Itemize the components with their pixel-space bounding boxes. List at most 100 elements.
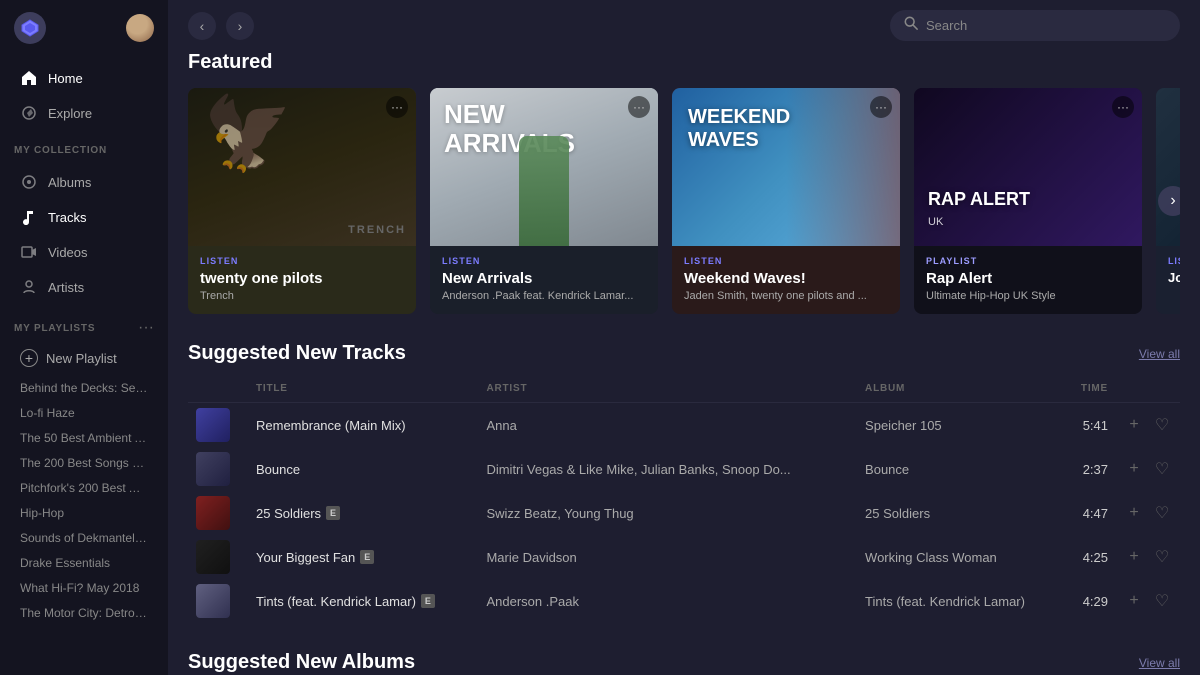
search-icon — [904, 16, 918, 35]
card-menu-icon-1[interactable]: ··· — [386, 96, 408, 118]
top-bar: ‹ › — [168, 0, 1200, 51]
table-row[interactable]: 25 Soldiers E Swizz Beatz, Young Thug 25… — [188, 491, 1180, 535]
playlists-menu-icon[interactable]: ··· — [138, 319, 154, 337]
like-track-icon[interactable]: ♡ — [1152, 547, 1172, 567]
featured-section: Featured 🦅 TRENCH ··· LISTEN twenty one … — [188, 51, 1180, 314]
add-track-icon[interactable]: + — [1124, 592, 1144, 610]
new-playlist-label: New Playlist — [46, 351, 117, 366]
explicit-badge: E — [360, 550, 374, 564]
card-info-1: LISTEN twenty one pilots Trench — [188, 246, 416, 314]
compass-icon — [20, 104, 38, 122]
albums-section: Suggested New Albums View all — [188, 651, 1180, 675]
featured-title: Featured — [188, 51, 272, 74]
table-row[interactable]: Remembrance (Main Mix) Anna Speicher 105… — [188, 403, 1180, 448]
card-info-3: LISTEN Weekend Waves! Jaden Smith, twent… — [672, 246, 900, 314]
table-row[interactable]: Your Biggest Fan E Marie Davidson Workin… — [188, 535, 1180, 579]
track-thumb-cell — [188, 447, 248, 491]
track-actions-cell: + ♡ — [1116, 579, 1180, 623]
playlist-item-5[interactable]: Pitchfork's 200 Best Album... — [6, 476, 162, 500]
track-thumb-cell — [188, 491, 248, 535]
sidebar-item-tracks[interactable]: Tracks — [6, 200, 162, 234]
card-type-2: LISTEN — [442, 256, 646, 266]
sidebar-item-home[interactable]: Home — [6, 61, 162, 95]
sidebar-item-explore[interactable]: Explore — [6, 96, 162, 130]
add-track-icon[interactable]: + — [1124, 548, 1144, 566]
like-track-icon[interactable]: ♡ — [1152, 459, 1172, 479]
track-title-cell: Bounce — [248, 447, 478, 491]
main-nav: Home Explore — [0, 56, 168, 135]
track-time-cell: 4:29 — [1065, 579, 1116, 623]
track-artist-cell: Anderson .Paak — [478, 579, 857, 623]
playlist-item-10[interactable]: The Motor City: Detroit Hou... — [6, 601, 162, 625]
add-track-icon[interactable]: + — [1124, 504, 1144, 522]
track-title-cell: 25 Soldiers E — [248, 491, 478, 535]
featured-card-1[interactable]: 🦅 TRENCH ··· LISTEN twenty one pilots Tr… — [188, 88, 416, 314]
playlist-item-1[interactable]: Behind the Decks: Seth Tro... — [6, 376, 162, 400]
forward-button[interactable]: › — [226, 12, 254, 40]
playlist-item-7[interactable]: Sounds of Dekmantel Festi... — [6, 526, 162, 550]
search-input[interactable] — [926, 18, 1166, 33]
add-track-icon[interactable]: + — [1124, 416, 1144, 434]
playlists-header: MY PLAYLISTS ··· — [0, 309, 168, 341]
card-subtitle-3: Jaden Smith, twenty one pilots and ... — [684, 290, 888, 302]
sidebar-item-artists-label: Artists — [48, 280, 84, 295]
sidebar-item-albums[interactable]: Albums — [6, 165, 162, 199]
featured-card-2[interactable]: NEWARRIVALS ··· LISTEN New Arrivals Ande… — [430, 88, 658, 314]
albums-view-all[interactable]: View all — [1139, 656, 1180, 670]
playlist-item-9[interactable]: What Hi-Fi? May 2018 — [6, 576, 162, 600]
card-menu-icon-4[interactable]: ··· — [1112, 96, 1134, 118]
track-name: Tints (feat. Kendrick Lamar) — [256, 594, 416, 609]
tracks-title: Suggested New Tracks — [188, 342, 406, 365]
card-info-2: LISTEN New Arrivals Anderson .Paak feat.… — [430, 246, 658, 314]
explicit-badge: E — [326, 506, 340, 520]
content-area: Featured 🦅 TRENCH ··· LISTEN twenty one … — [168, 51, 1200, 675]
card-info-4: PLAYLIST Rap Alert Ultimate Hip-Hop UK S… — [914, 246, 1142, 314]
col-title: TITLE — [248, 379, 478, 403]
track-title-cell: Remembrance (Main Mix) — [248, 403, 478, 448]
track-album-cell: Tints (feat. Kendrick Lamar) — [857, 579, 1065, 623]
card-title-4: Rap Alert — [926, 270, 1130, 287]
card-subtitle-2: Anderson .Paak feat. Kendrick Lamar... — [442, 290, 646, 302]
table-row[interactable]: Tints (feat. Kendrick Lamar) E Anderson … — [188, 579, 1180, 623]
card-type-3: LISTEN — [684, 256, 888, 266]
playlists-label: MY PLAYLISTS — [14, 323, 95, 334]
collection-label: MY COLLECTION — [0, 135, 168, 160]
carousel-next-button[interactable]: › — [1158, 186, 1180, 216]
add-track-icon[interactable]: + — [1124, 460, 1144, 478]
track-artist-cell: Marie Davidson — [478, 535, 857, 579]
track-actions-cell: + ♡ — [1116, 447, 1180, 491]
track-thumbnail — [196, 584, 230, 618]
avatar[interactable] — [126, 14, 154, 42]
new-playlist-button[interactable]: + New Playlist — [6, 342, 162, 374]
back-button[interactable]: ‹ — [188, 12, 216, 40]
track-artist-cell: Anna — [478, 403, 857, 448]
sidebar-item-albums-label: Albums — [48, 175, 91, 190]
playlist-item-6[interactable]: Hip-Hop — [6, 501, 162, 525]
logo-icon[interactable] — [14, 12, 46, 44]
card-menu-icon-3[interactable]: ··· — [870, 96, 892, 118]
featured-card-3[interactable]: WEEKENDWAVES ··· LISTEN Weekend Waves! J… — [672, 88, 900, 314]
featured-card-4[interactable]: RAP ALERTUK ··· PLAYLIST Rap Alert Ultim… — [914, 88, 1142, 314]
like-track-icon[interactable]: ♡ — [1152, 503, 1172, 523]
explicit-badge: E — [421, 594, 435, 608]
main-content: ‹ › Featured — [168, 0, 1200, 675]
card-menu-icon-2[interactable]: ··· — [628, 96, 650, 118]
sidebar-item-artists[interactable]: Artists — [6, 270, 162, 304]
like-track-icon[interactable]: ♡ — [1152, 591, 1172, 611]
sidebar-item-videos[interactable]: Videos — [6, 235, 162, 269]
sidebar-item-home-label: Home — [48, 71, 83, 86]
track-title-cell: Your Biggest Fan E — [248, 535, 478, 579]
playlist-item-4[interactable]: The 200 Best Songs of the ... — [6, 451, 162, 475]
table-row[interactable]: Bounce Dimitri Vegas & Like Mike, Julian… — [188, 447, 1180, 491]
like-track-icon[interactable]: ♡ — [1152, 415, 1172, 435]
tracks-view-all[interactable]: View all — [1139, 347, 1180, 361]
track-title-cell: Tints (feat. Kendrick Lamar) E — [248, 579, 478, 623]
playlist-item-8[interactable]: Drake Essentials — [6, 551, 162, 575]
albums-header: Suggested New Albums View all — [188, 651, 1180, 674]
playlist-item-2[interactable]: Lo-fi Haze — [6, 401, 162, 425]
playlist-item-3[interactable]: The 50 Best Ambient Albu... — [6, 426, 162, 450]
col-album: ALBUM — [857, 379, 1065, 403]
albums-title: Suggested New Albums — [188, 651, 415, 674]
disc-icon — [20, 173, 38, 191]
video-icon — [20, 243, 38, 261]
